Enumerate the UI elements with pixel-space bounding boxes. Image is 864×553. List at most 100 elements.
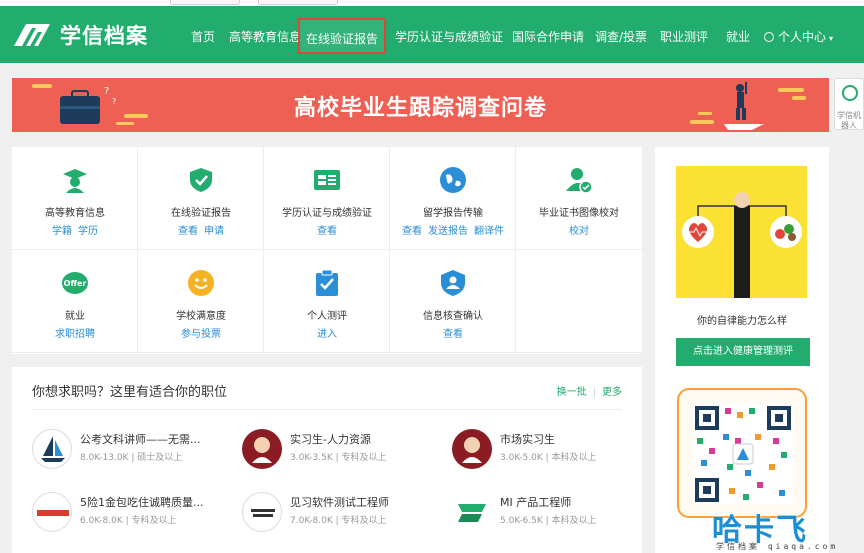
service-name: 留学报告传输 — [423, 208, 483, 219]
link-view[interactable]: 查看 — [443, 329, 463, 340]
nav-higher-education[interactable]: 高等教育信息 — [229, 28, 301, 45]
job-item[interactable]: 见习软件测试工程师 7.0K-8.0K | 专科及以上 — [242, 490, 442, 534]
service-study-abroad-report[interactable]: 留学报告传输 查看 发送报告 翻译件 — [390, 147, 516, 250]
graduate-icon — [63, 169, 87, 193]
nav-home[interactable]: 首页 — [191, 28, 215, 45]
refresh-jobs-link[interactable]: 换一批 — [557, 387, 587, 398]
service-links: 查看 申请 — [138, 222, 264, 237]
job-meta: 6.0K-8.0K | 专科及以上 — [80, 516, 177, 526]
link-view[interactable]: 查看 — [178, 226, 198, 237]
more-jobs-link[interactable]: 更多 — [602, 387, 622, 398]
job-title: 市场实习生 — [500, 433, 555, 446]
globe-icon — [440, 167, 466, 193]
qr-code-frame — [677, 388, 807, 518]
job-item[interactable]: 实习生-人力资源 3.0K-3.5K | 专科及以上 — [242, 427, 442, 471]
survey-banner[interactable]: ? ? 高校毕业生跟踪调查问卷 — [12, 78, 829, 132]
clipboard-check-icon — [316, 270, 338, 296]
link-xueli[interactable]: 学历 — [78, 226, 98, 237]
offer-icon: Offer — [62, 272, 88, 294]
services-panel: 高等教育信息 学籍 学历 在线验证报告 查看 申请 学历认证与成绩验证 查看 留学报… — [12, 147, 642, 354]
link-enter[interactable]: 进入 — [317, 329, 337, 340]
avatar-logo-icon — [462, 437, 482, 463]
service-name: 个人测评 — [307, 311, 347, 322]
logo-icon[interactable] — [12, 20, 52, 48]
job-meta: 7.0K-8.0K | 专科及以上 — [290, 516, 387, 526]
job-item[interactable]: 公考文科讲师——无需... 8.0K-13.0K | 硕士及以上 — [32, 427, 232, 471]
divider: | — [592, 387, 596, 398]
watermark-url: 学信档案 qiaqa.com — [716, 542, 839, 551]
link-xueji[interactable]: 学籍 — [52, 226, 72, 237]
service-higher-education[interactable]: 高等教育信息 学籍 学历 — [12, 147, 138, 250]
job-title: 公考文科讲师——无需... — [80, 433, 201, 446]
link-apply[interactable]: 申请 — [204, 226, 224, 237]
right-sidebar: 你的自律能力怎么样 点击进入健康管理测评 — [655, 147, 829, 553]
link-view[interactable]: 查看 — [402, 226, 422, 237]
job-title: MI 产品工程师 — [500, 496, 572, 509]
service-name: 高等教育信息 — [45, 208, 105, 219]
avatar-logo-icon — [252, 437, 272, 463]
shield-check-icon — [190, 168, 212, 192]
company-wordmark-icon — [251, 509, 275, 517]
link-view[interactable]: 查看 — [317, 226, 337, 237]
user-icon — [764, 32, 774, 42]
job-title: 见习软件测试工程师 — [290, 496, 389, 509]
user-center-label: 个人中心 — [778, 30, 827, 44]
link-send-report[interactable]: 发送报告 — [428, 226, 468, 237]
divider — [32, 409, 622, 410]
robot-icon — [842, 85, 858, 101]
link-translation[interactable]: 翻译件 — [474, 226, 504, 237]
nav-online-verification[interactable]: 在线验证报告 — [298, 18, 387, 54]
job-meta: 3.0K-3.5K | 专科及以上 — [290, 453, 387, 463]
nav-employment[interactable]: 就业 — [726, 28, 750, 45]
watermark: 哈卡飞 学信档案 qiaqa.com — [712, 505, 864, 553]
robot-assistant[interactable]: 学信机器人 — [834, 78, 864, 130]
chevron-down-icon: ▾ — [829, 34, 834, 43]
service-online-verification[interactable]: 在线验证报告 查看 申请 — [138, 147, 264, 250]
poster-caption: 你的自律能力怎么样 — [697, 316, 787, 327]
link-vote[interactable]: 参与投票 — [181, 329, 221, 340]
qr-code-icon[interactable] — [693, 404, 793, 504]
sailboat-logo-icon — [41, 436, 65, 462]
health-assessment-button[interactable]: 点击进入健康管理测评 — [676, 338, 810, 366]
service-name: 毕业证书图像校对 — [539, 208, 619, 219]
smile-icon — [188, 270, 214, 296]
job-item[interactable]: 5险1金包吃住诚聘质量... 6.0K-8.0K | 专科及以上 — [32, 490, 232, 534]
service-degree-certification[interactable]: 学历认证与成绩验证 查看 — [264, 147, 390, 250]
link-job-search[interactable]: 求职招聘 — [55, 329, 95, 340]
service-school-satisfaction[interactable]: 学校满意度 参与投票 — [138, 250, 264, 353]
svg-text:Offer: Offer — [64, 279, 87, 288]
nav-online-verification-label: 在线验证报告 — [306, 32, 379, 46]
service-name: 学校满意度 — [176, 311, 226, 322]
nav-career-test[interactable]: 职业测评 — [660, 28, 708, 45]
jobs-title: 你想求职吗？这里有适合你的职位 — [32, 385, 228, 400]
service-links: 学籍 学历 — [12, 222, 138, 237]
id-card-icon — [314, 170, 340, 190]
job-item[interactable]: MI 产品工程师 5.0K-6.5K | 本科及以上 — [452, 490, 652, 534]
job-title: 5险1金包吃住诚聘质量... — [80, 496, 204, 509]
link-proofread[interactable]: 校对 — [569, 226, 589, 237]
company-logo — [242, 429, 282, 469]
mi-logo-icon — [458, 504, 486, 522]
browser-tab[interactable] — [170, 0, 240, 5]
company-logo — [242, 492, 282, 532]
nav-survey[interactable]: 调查/投票 — [595, 28, 647, 45]
robot-label: 学信机器人 — [837, 111, 861, 130]
site-header: 学信档案 首页 高等教育信息 在线验证报告 学历认证与成绩验证 国际合作申请 调… — [0, 6, 864, 63]
job-item[interactable]: 市场实习生 3.0K-5.0K | 本科及以上 — [452, 427, 652, 471]
service-info-check[interactable]: 信息核查确认 查看 — [390, 250, 516, 353]
user-shield-icon — [441, 270, 465, 296]
service-name: 在线验证报告 — [171, 208, 231, 219]
service-links: 求职招聘 — [12, 325, 138, 340]
nav-degree-certification[interactable]: 学历认证与成绩验证 — [395, 28, 503, 45]
self-discipline-poster[interactable] — [676, 166, 807, 298]
service-employment[interactable]: Offer 就业 求职招聘 — [12, 250, 138, 353]
service-personal-assessment[interactable]: 个人测评 进入 — [264, 250, 390, 353]
browser-tab[interactable] — [258, 0, 338, 5]
service-certificate-image-check[interactable]: 毕业证书图像校对 校对 — [516, 147, 642, 250]
jobs-panel: 你想求职吗？这里有适合你的职位 换一批 | 更多 公考文科讲师——无需... 8.0… — [12, 367, 642, 553]
job-meta: 3.0K-5.0K | 本科及以上 — [500, 453, 597, 463]
nav-international[interactable]: 国际合作申请 — [512, 28, 584, 45]
brand-name[interactable]: 学信档案 — [60, 20, 148, 50]
company-wordmark-icon — [37, 510, 69, 516]
user-center-menu[interactable]: 个人中心 ▾ — [764, 28, 833, 45]
